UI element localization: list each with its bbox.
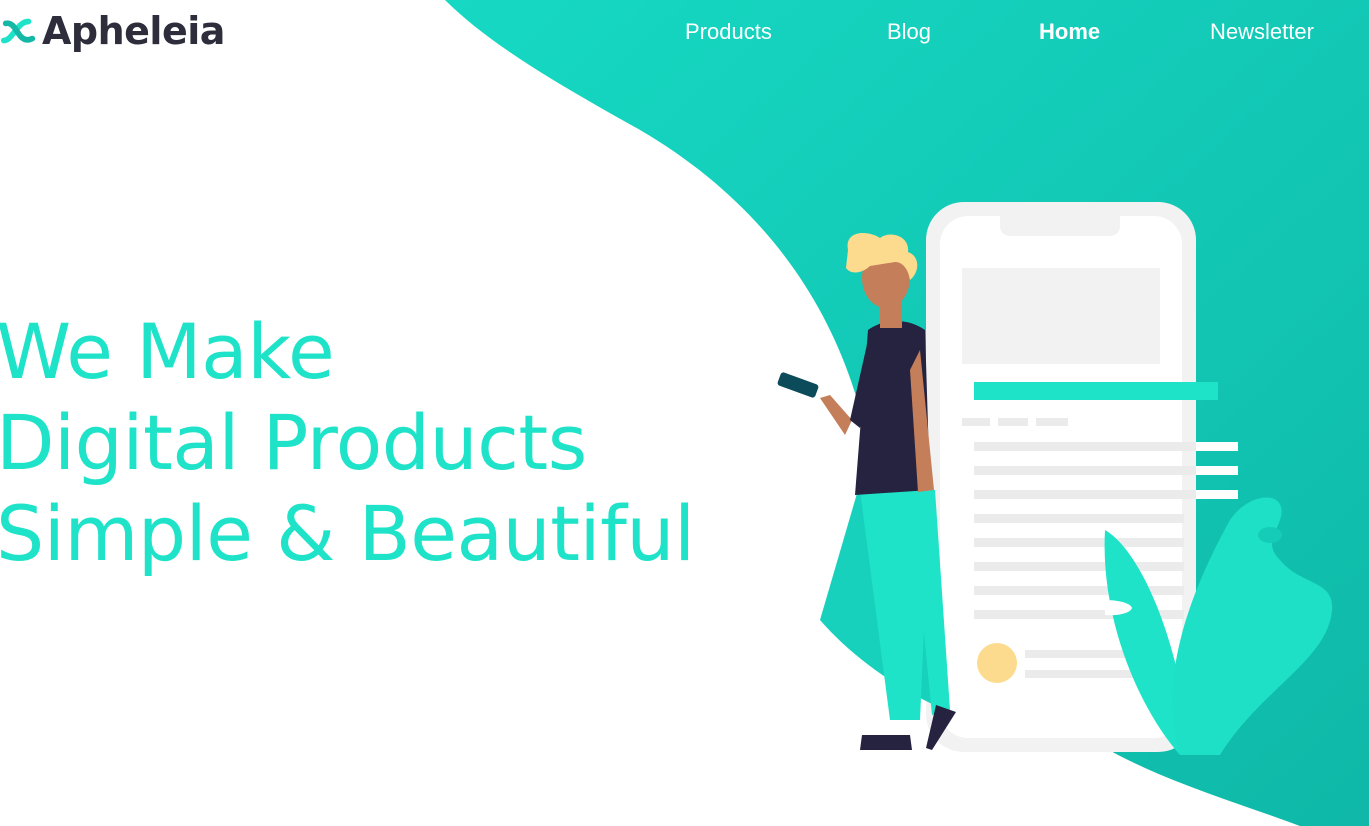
hero-line-2: Digital Products xyxy=(0,398,587,487)
nav-item-blog[interactable]: Blog xyxy=(887,14,931,50)
landing-page: Apheleia Products Blog Home Newsletter W… xyxy=(0,0,1369,826)
person-with-phone-illustration xyxy=(777,202,1333,755)
hero-line-3: Simple & Beautiful xyxy=(0,489,695,578)
main-nav: Products Blog Home Newsletter xyxy=(0,14,1369,50)
nav-item-newsletter[interactable]: Newsletter xyxy=(1210,14,1314,50)
hero-line-1: We Make xyxy=(0,307,335,396)
nav-item-products[interactable]: Products xyxy=(685,14,772,50)
hero-headline: We Make Digital Products Simple & Beauti… xyxy=(0,306,695,579)
nav-item-home[interactable]: Home xyxy=(1039,14,1100,50)
